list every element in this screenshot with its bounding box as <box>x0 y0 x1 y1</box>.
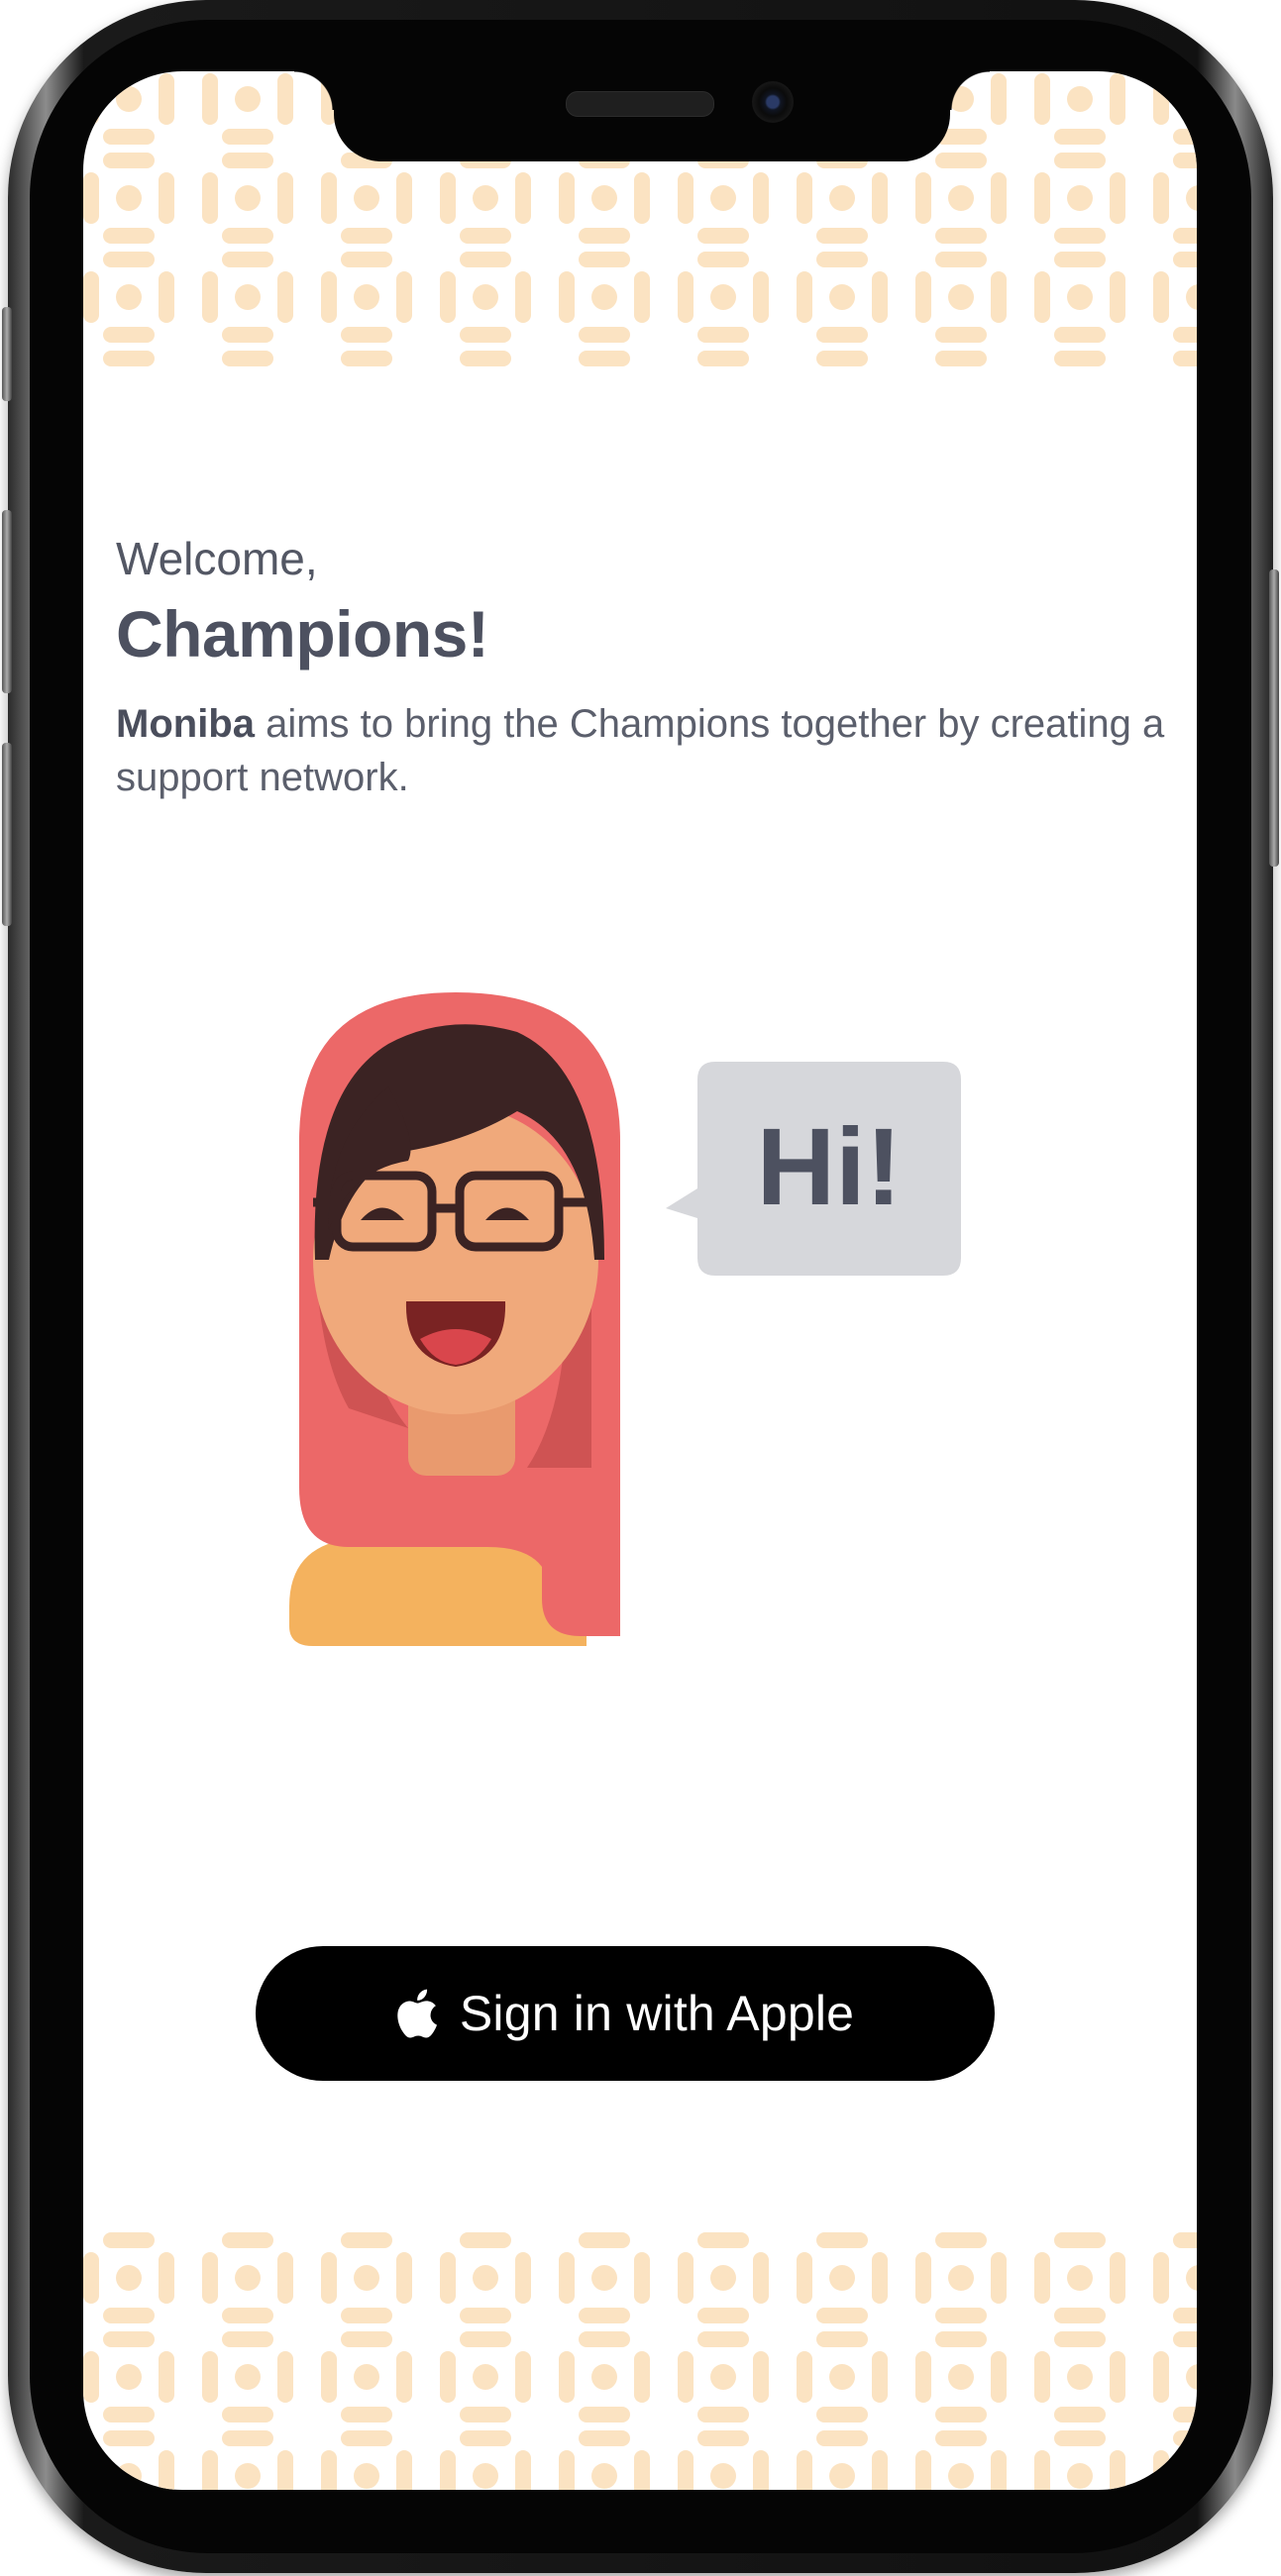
brand-name: Moniba <box>116 702 255 746</box>
phone-notch <box>294 71 990 161</box>
welcome-description: Moniba aims to bring the Champions toget… <box>116 697 1166 804</box>
description-text: aims to bring the Champions together by … <box>116 702 1165 799</box>
speech-bubble-text: Hi! <box>757 1106 903 1228</box>
speech-bubble: Hi! <box>666 1062 961 1276</box>
earpiece-speaker <box>566 91 714 117</box>
sign-in-with-apple-button[interactable]: Sign in with Apple <box>256 1946 995 2081</box>
decorative-pattern-bottom <box>83 2232 1197 2490</box>
power-button <box>1269 569 1279 867</box>
volume-up-button <box>2 510 12 693</box>
welcome-greeting: Welcome, <box>116 533 318 584</box>
apple-icon <box>397 1989 437 2038</box>
page-title: Champions! <box>116 597 489 670</box>
girl-avatar <box>289 992 620 1646</box>
champion-illustration: Hi! <box>289 992 961 1646</box>
volume-down-button <box>2 743 12 926</box>
front-camera <box>752 81 794 123</box>
mute-switch <box>2 307 12 401</box>
sign-in-label: Sign in with Apple <box>459 1986 855 2041</box>
app-screen: Welcome, Champions! Moniba aims to bring… <box>83 71 1197 2490</box>
